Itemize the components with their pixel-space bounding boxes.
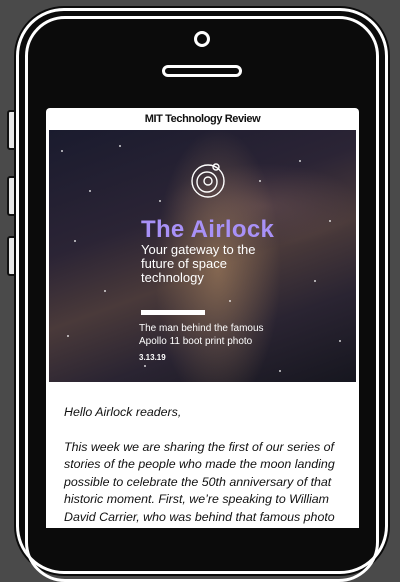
email-body: Hello Airlock readers, This week we are …	[46, 382, 359, 526]
orbit-logo-icon	[191, 163, 225, 198]
hero-banner[interactable]: The Airlock Your gateway to the future o…	[49, 130, 356, 382]
camera-icon	[194, 31, 210, 47]
brand-header: MIT Technology Review	[46, 108, 359, 130]
newsletter-title: The Airlock	[141, 216, 275, 243]
intro-paragraph: This week we are sharing the first of ou…	[64, 439, 335, 524]
email-screen[interactable]: MIT Technology Review The Airlock Your g…	[46, 108, 359, 528]
hero-divider	[141, 310, 205, 315]
speaker-grille	[162, 65, 242, 77]
issue-date: 3.13.19	[139, 353, 166, 362]
story-caption-link[interactable]: The man behind the famous Apollo 11 boot…	[139, 323, 289, 348]
greeting-text: Hello Airlock readers,	[64, 405, 182, 419]
brand-name: MIT Technology Review	[144, 113, 261, 125]
newsletter-subtitle: Your gateway to the future of space tech…	[141, 242, 256, 285]
